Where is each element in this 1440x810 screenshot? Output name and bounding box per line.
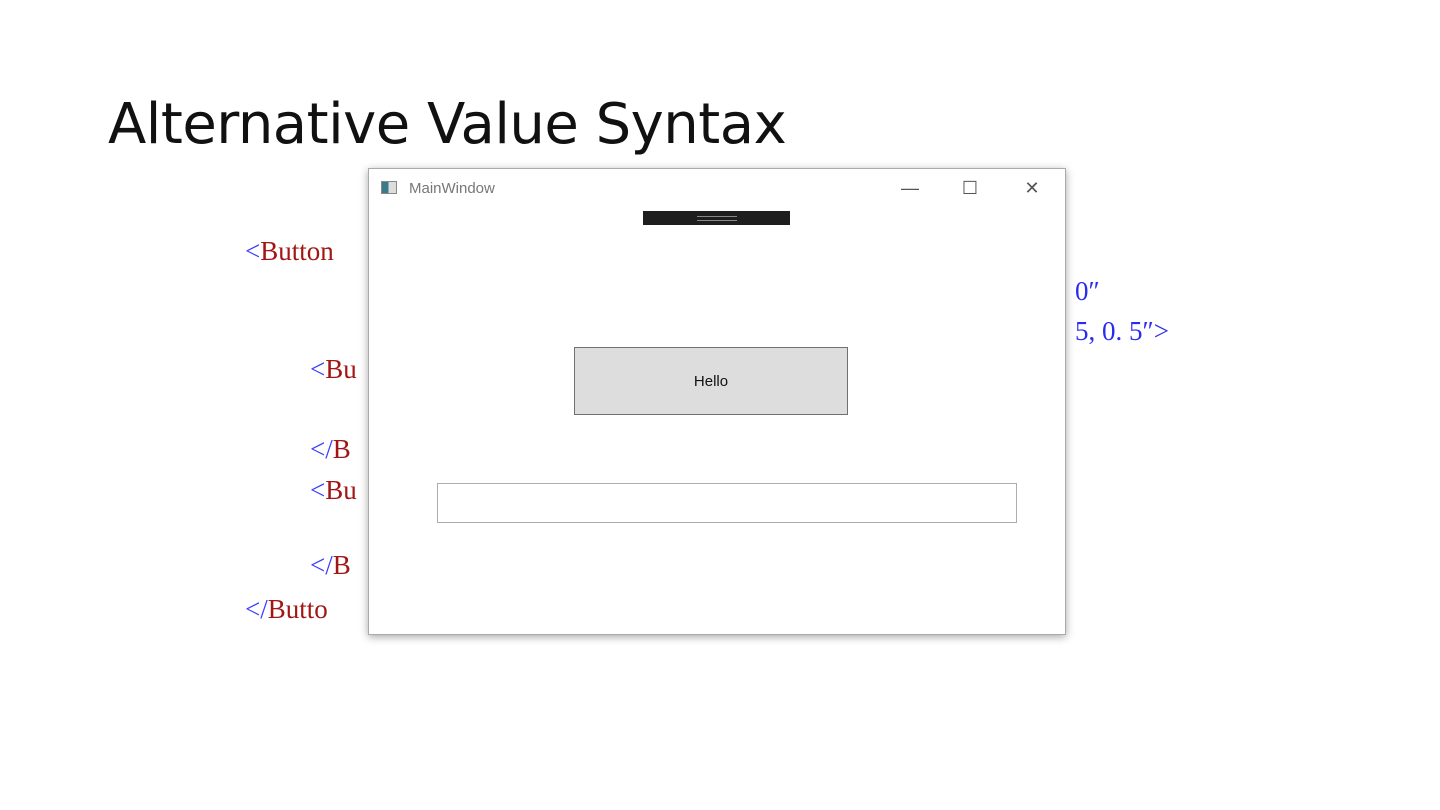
code-line: </B: [310, 550, 351, 580]
text-input[interactable]: [437, 483, 1017, 523]
code-line: </B: [310, 434, 351, 464]
code-line: <Bu: [310, 354, 357, 384]
code-fragment: 5, 0. 5″>: [1075, 316, 1169, 346]
main-window: MainWindow — ☐ ✕ Hello: [368, 168, 1066, 635]
app-icon: [381, 181, 397, 194]
code-fragment: 0″: [1075, 276, 1100, 306]
slide-title: Alternative Value Syntax: [108, 92, 787, 157]
debug-toolbar-grip[interactable]: [643, 211, 790, 225]
code-line: <Bu: [310, 475, 357, 505]
close-button[interactable]: ✕: [1009, 173, 1055, 203]
code-line: </Butto: [245, 594, 328, 624]
window-title: MainWindow: [409, 180, 495, 197]
minimize-button[interactable]: —: [887, 173, 933, 203]
hello-button[interactable]: Hello: [574, 347, 848, 415]
maximize-button[interactable]: ☐: [947, 173, 993, 203]
code-line: <Button: [245, 236, 334, 266]
title-bar[interactable]: MainWindow — ☐ ✕: [369, 169, 1065, 207]
